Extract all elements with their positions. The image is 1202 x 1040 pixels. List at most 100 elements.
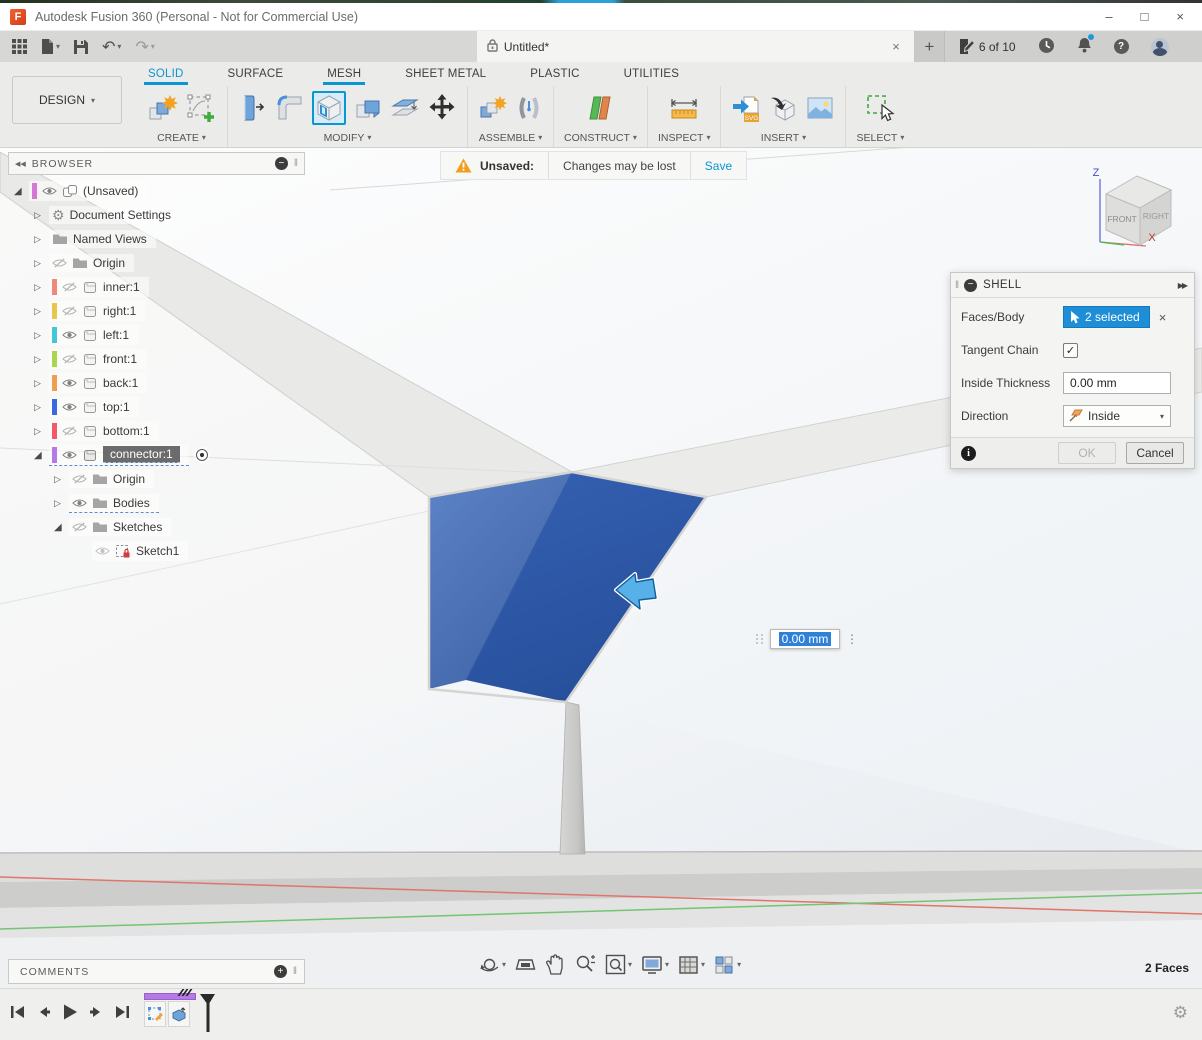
create-form-icon[interactable] — [146, 92, 178, 124]
shell-icon[interactable] — [312, 91, 346, 125]
file-menu-button[interactable]: ▾ — [41, 39, 60, 54]
expand-arrow-icon[interactable]: ◢ — [34, 450, 49, 461]
browser-item-right[interactable]: ▷ right:1 — [8, 299, 308, 323]
eye-visible-icon[interactable] — [72, 498, 87, 508]
offset-face-icon[interactable] — [390, 93, 420, 123]
timeline-play-button[interactable] — [62, 1003, 78, 1021]
eye-visible-icon[interactable] — [62, 450, 77, 460]
browser-item-named-views[interactable]: ▷ Named Views — [8, 227, 308, 251]
tab-mesh[interactable]: MESH — [323, 64, 366, 85]
activate-component-radio[interactable] — [193, 447, 210, 463]
combine-icon[interactable] — [353, 93, 383, 123]
timeline-skip-start-button[interactable] — [10, 1004, 25, 1020]
timeline-skip-end-button[interactable] — [115, 1004, 130, 1020]
browser-item-label[interactable]: back:1 — [103, 376, 138, 390]
orbit-caret-icon[interactable]: ▾ — [502, 960, 506, 969]
expand-arrow-icon[interactable]: ▷ — [34, 282, 49, 293]
help-icon[interactable]: ? — [1113, 39, 1129, 54]
browser-item-root[interactable]: ◢ (Unsaved) — [8, 179, 308, 203]
browser-item-connector-selected[interactable]: ◢ connector:1 — [8, 443, 308, 467]
eye-hidden-icon[interactable] — [62, 306, 77, 316]
notifications-bell-icon[interactable] — [1077, 34, 1094, 56]
browser-item-back[interactable]: ▷ back:1 — [8, 371, 308, 395]
undo-caret-icon[interactable]: ▾ — [117, 42, 121, 51]
browser-item-label[interactable]: left:1 — [103, 328, 129, 342]
construct-plane-icon[interactable] — [585, 93, 615, 123]
expand-arrow-icon[interactable]: ▷ — [34, 402, 49, 413]
group-label-construct[interactable]: CONSTRUCT ▾ — [564, 130, 637, 145]
timeline-settings-gear-icon[interactable]: ⚙ — [1173, 1003, 1188, 1023]
browser-item-sketch1[interactable]: Sketch1 — [8, 539, 308, 563]
eye-hidden-icon[interactable] — [72, 474, 87, 484]
browser-item-document-settings[interactable]: ▷ ⚙ Document Settings — [8, 203, 308, 227]
expand-arrow-icon[interactable]: ▷ — [34, 234, 49, 245]
browser-item-front[interactable]: ▷ front:1 — [8, 347, 308, 371]
group-label-inspect[interactable]: INSPECT ▾ — [658, 130, 711, 145]
tab-sheet-metal[interactable]: SHEET METAL — [403, 64, 488, 84]
eye-visible-icon[interactable] — [62, 330, 77, 340]
comments-drag-grip[interactable]: ‖ — [293, 966, 297, 977]
browser-item-connector-origin[interactable]: ▷ Origin — [8, 467, 308, 491]
expand-arrow-icon[interactable]: ▷ — [54, 474, 69, 485]
browser-item-label[interactable]: Origin — [93, 256, 125, 270]
comments-panel-header[interactable]: COMMENTS + ‖ — [8, 959, 305, 984]
tab-surface[interactable]: SURFACE — [226, 64, 286, 84]
select-icon[interactable] — [864, 93, 896, 123]
browser-item-label[interactable]: Sketch1 — [136, 544, 179, 558]
group-label-insert[interactable]: INSERT ▾ — [761, 130, 806, 145]
activity-history-icon[interactable] — [1038, 37, 1055, 57]
look-at-tool[interactable] — [515, 955, 536, 974]
timeline-sketch-feature[interactable] — [144, 1001, 166, 1027]
browser-collapse-icon[interactable]: ◀◀ — [15, 160, 26, 168]
expand-arrow-icon[interactable]: ▷ — [34, 330, 49, 341]
tangent-chain-checkbox[interactable]: ✓ — [1063, 342, 1078, 358]
create-sketch-icon[interactable] — [185, 92, 217, 124]
expand-arrow-icon[interactable]: ▷ — [34, 426, 49, 437]
viewcube-front-label[interactable]: FRONT — [1107, 214, 1136, 224]
viewport[interactable]: FRONT RIGHT Z X ◀◀ BROWSER − ‖ ◢ (Unsave… — [0, 148, 1202, 988]
eye-visible-icon[interactable] — [42, 186, 57, 196]
minimize-button[interactable]: – — [1105, 9, 1112, 24]
expand-arrow-icon[interactable]: ▷ — [34, 258, 49, 269]
expand-arrow-icon[interactable]: ◢ — [54, 522, 69, 533]
browser-item-label[interactable]: front:1 — [103, 352, 137, 366]
close-button[interactable]: × — [1176, 9, 1184, 24]
inside-thickness-input[interactable] — [1063, 372, 1171, 394]
browser-item-top[interactable]: ▷ top:1 — [8, 395, 308, 419]
info-icon[interactable]: i — [961, 445, 976, 461]
browser-item-label[interactable]: Named Views — [73, 232, 147, 246]
workspace-selector-button[interactable]: DESIGN ▾ — [12, 76, 122, 124]
new-component-icon[interactable] — [478, 93, 508, 123]
pan-tool[interactable] — [545, 954, 565, 975]
press-pull-icon[interactable] — [238, 93, 268, 123]
eye-dim-icon[interactable] — [95, 546, 110, 556]
group-label-select[interactable]: SELECT ▾ — [856, 130, 904, 145]
browser-item-label[interactable]: Document Settings — [70, 208, 171, 222]
dialog-drag-grip[interactable]: ‖ — [955, 280, 959, 291]
maximize-button[interactable]: □ — [1141, 9, 1149, 24]
add-comment-icon[interactable]: + — [273, 965, 287, 978]
canvas-icon[interactable] — [805, 93, 835, 123]
cancel-button[interactable]: Cancel — [1126, 442, 1184, 464]
clear-selection-icon[interactable]: × — [1159, 310, 1167, 325]
undo-button[interactable]: ↶ ▾ — [102, 37, 121, 57]
grid-caret-icon[interactable]: ▾ — [701, 960, 705, 969]
eye-hidden-icon[interactable] — [72, 522, 87, 532]
eye-hidden-icon[interactable] — [52, 258, 67, 268]
browser-item-label[interactable]: inner:1 — [103, 280, 140, 294]
browser-minimize-icon[interactable]: − — [274, 157, 288, 170]
browser-item-bottom[interactable]: ▷ bottom:1 — [8, 419, 308, 443]
viewcube-right-label[interactable]: RIGHT — [1143, 211, 1169, 221]
app-grid-menu-icon[interactable] — [12, 39, 27, 54]
eye-visible-icon[interactable] — [62, 378, 77, 388]
document-tab-close-icon[interactable]: × — [888, 39, 904, 54]
dimension-value-selected[interactable]: 0.00 mm — [778, 632, 832, 646]
browser-item-label[interactable]: top:1 — [103, 400, 130, 414]
ok-button[interactable]: OK — [1058, 442, 1116, 464]
timeline-extrude-feature[interactable] — [168, 1001, 190, 1027]
expand-arrow-icon[interactable]: ▷ — [34, 378, 49, 389]
browser-item-label[interactable]: bottom:1 — [103, 424, 150, 438]
thickness-manipulator-input[interactable]: 0.00 mm ⋮ — [756, 629, 858, 649]
eye-visible-icon[interactable] — [62, 402, 77, 412]
dialog-expand-icon[interactable]: ▶▶ — [1178, 281, 1188, 290]
